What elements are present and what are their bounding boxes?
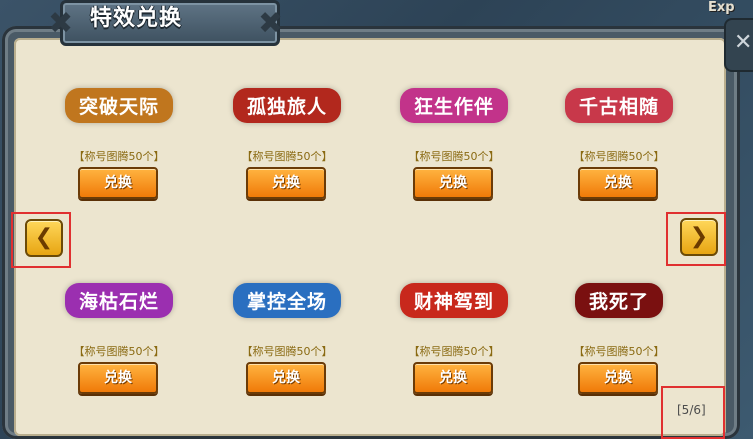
effect-badge: 掌控全场: [217, 265, 357, 335]
exchange-button[interactable]: 兑换: [578, 362, 658, 394]
exp-label: Exp: [708, 0, 735, 15]
item-card-5: 海枯石烂 【称号图腾50个】 兑换: [44, 265, 194, 435]
item-card-6: 掌控全场 【称号图腾50个】 兑换: [212, 265, 362, 435]
close-button[interactable]: ✕: [724, 18, 753, 72]
item-cost-label: 【称号图腾50个】: [573, 150, 665, 163]
effect-badge-text: 千古相随: [564, 87, 673, 123]
effect-badge: 财神驾到: [384, 265, 524, 335]
exchange-button[interactable]: 兑换: [413, 362, 493, 394]
exchange-button[interactable]: 兑换: [78, 167, 158, 199]
item-card-3: 狂生作伴 【称号图腾50个】 兑换: [379, 70, 529, 240]
effect-badge: 突破天际: [49, 70, 189, 140]
window-title: 特效兑换: [90, 6, 183, 31]
effect-badge: 狂生作伴: [384, 70, 524, 140]
exchange-button[interactable]: 兑换: [413, 167, 493, 199]
effect-badge-text: 孤独旅人: [232, 87, 341, 123]
next-page-button[interactable]: ❯: [680, 218, 718, 256]
item-cost-label: 【称号图腾50个】: [73, 150, 165, 163]
chevron-right-icon: ❯: [689, 224, 709, 249]
close-icon: ✕: [734, 30, 753, 55]
chevron-left-icon: ❮: [34, 225, 54, 250]
item-cost-label: 【称号图腾50个】: [408, 345, 500, 358]
exchange-button[interactable]: 兑换: [578, 167, 658, 199]
prev-page-button[interactable]: ❮: [25, 219, 63, 257]
exchange-button[interactable]: 兑换: [78, 362, 158, 394]
effect-badge: 我死了: [549, 265, 689, 335]
item-cost-label: 【称号图腾50个】: [241, 345, 333, 358]
effect-badge-text: 海枯石烂: [64, 282, 173, 318]
effect-badge-text: 我死了: [574, 282, 663, 318]
item-cost-label: 【称号图腾50个】: [573, 345, 665, 358]
effect-badge-text: 突破天际: [64, 87, 173, 123]
cross-decoration-icon: ✖: [48, 6, 74, 41]
effect-badge-text: 掌控全场: [232, 282, 341, 318]
effect-badge: 海枯石烂: [49, 265, 189, 335]
cross-decoration-icon: ✖: [258, 6, 284, 41]
item-card-7: 财神驾到 【称号图腾50个】 兑换: [379, 265, 529, 435]
effect-badge: 千古相随: [549, 70, 689, 140]
effect-badge-text: 狂生作伴: [399, 87, 508, 123]
effect-badge-text: 财神驾到: [399, 282, 508, 318]
exchange-button[interactable]: 兑换: [246, 167, 326, 199]
item-card-2: 孤独旅人 【称号图腾50个】 兑换: [212, 70, 362, 240]
item-cost-label: 【称号图腾50个】: [73, 345, 165, 358]
item-cost-label: 【称号图腾50个】: [408, 150, 500, 163]
item-cost-label: 【称号图腾50个】: [241, 150, 333, 163]
effect-badge: 孤独旅人: [217, 70, 357, 140]
exchange-button[interactable]: 兑换: [246, 362, 326, 394]
page-indicator: [5/6]: [677, 403, 706, 417]
